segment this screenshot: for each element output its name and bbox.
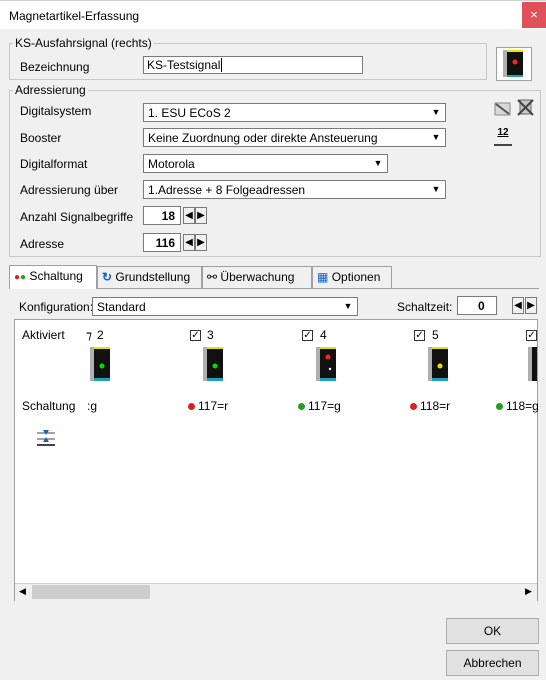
red-dot-icon xyxy=(188,403,195,411)
signal-lamp-icon-6 xyxy=(528,347,537,381)
red-dot-icon xyxy=(410,403,417,411)
options-icon: ▦ xyxy=(317,270,329,284)
aktiviert-checkbox-5[interactable]: ✓ xyxy=(414,330,425,341)
schaltzeit-decrement-button[interactable]: ◀ xyxy=(512,297,524,314)
close-button[interactable]: × xyxy=(522,2,546,28)
adresse-decrement-button[interactable]: ◀ xyxy=(183,234,195,251)
adressierung-legend: Adressierung xyxy=(13,83,88,97)
close-icon: × xyxy=(530,7,538,22)
binoculars-icon: ⚯ xyxy=(207,270,218,284)
green-dot-icon xyxy=(496,403,503,411)
delete-address-icon[interactable] xyxy=(516,98,536,118)
signal-lamp-icon-5 xyxy=(428,347,448,381)
schaltzeit-increment-button[interactable]: ▶ xyxy=(525,297,537,314)
arrow-right-icon: ▶ xyxy=(527,300,535,311)
column-number-3: 3 xyxy=(207,328,214,342)
aktiviert-checkbox-4[interactable]: ✓ xyxy=(302,330,313,341)
arrow-left-icon: ◀ xyxy=(514,300,522,311)
arrow-right-icon: ▶ xyxy=(197,237,205,248)
anzahl-signalbegriffe-input[interactable]: 18 xyxy=(143,206,181,225)
cancel-button[interactable]: Abbrechen xyxy=(446,650,539,676)
switch-value-6: 118=g xyxy=(496,399,539,413)
edit-address-icon[interactable] xyxy=(493,100,513,118)
scroll-left-icon[interactable]: ◀ xyxy=(19,586,26,597)
digitalformat-select[interactable]: Motorola ▼ xyxy=(143,154,388,173)
bezeichnung-input[interactable]: KS-Testsignal xyxy=(143,56,363,74)
digitalformat-label: Digitalformat xyxy=(20,157,88,171)
column-number-5: 5 xyxy=(432,328,439,342)
schaltung-label: Schaltung xyxy=(22,399,76,413)
adressierung-ueber-label: Adressierung über xyxy=(20,183,119,197)
digitalsystem-label: Digitalsystem xyxy=(20,104,92,118)
tab-grundstellung[interactable]: ↻ Grundstellung xyxy=(97,266,202,288)
signal-lamp-icon-3 xyxy=(203,347,223,381)
switching-icon: ●● xyxy=(14,272,27,283)
adresse-increment-button[interactable]: ▶ xyxy=(195,234,207,251)
scroll-right-icon[interactable]: ▶ xyxy=(525,586,532,597)
konfiguration-label: Konfiguration: xyxy=(19,300,94,314)
schaltzeit-input[interactable]: 0 xyxy=(457,296,497,315)
signal-lamp-icon-2 xyxy=(90,347,110,381)
switch-value-4: 117=g xyxy=(298,399,341,413)
bezeichnung-label: Bezeichnung xyxy=(20,60,90,74)
anzahl-increment-button[interactable]: ▶ xyxy=(195,207,207,224)
signal-icon xyxy=(503,50,523,77)
booster-label: Booster xyxy=(20,131,62,145)
scrollbar-thumb[interactable] xyxy=(32,585,150,599)
anzahl-signalbegriffe-label: Anzahl Signalbegriffe xyxy=(20,210,134,224)
ok-button[interactable]: OK xyxy=(446,618,539,644)
arrow-left-icon: ◀ xyxy=(185,237,193,248)
schaltzeit-label: Schaltzeit: xyxy=(397,300,453,314)
chevron-down-icon: ▼ xyxy=(431,184,441,194)
adressierung-ueber-select[interactable]: 1.Adresse + 8 Folgeadressen ▼ xyxy=(143,180,446,199)
column-number-2: 2 xyxy=(97,328,104,342)
number-badge-icon[interactable]: 12 xyxy=(494,126,512,146)
horizontal-scrollbar[interactable]: ◀ ▶ xyxy=(15,583,537,601)
ks-group-legend: KS-Ausfahrsignal (rechts) xyxy=(13,36,154,50)
column-number-4: 4 xyxy=(320,328,327,342)
switch-value-3: 117=r xyxy=(188,399,228,413)
chevron-down-icon: ▼ xyxy=(431,107,441,117)
edit-switching-button[interactable] xyxy=(35,428,57,448)
window-title: Magnetartikel-Erfassung xyxy=(9,9,140,23)
tab-optionen[interactable]: ▦ Optionen xyxy=(312,266,392,288)
adresse-label: Adresse xyxy=(20,237,65,251)
adresse-input[interactable]: 116 xyxy=(143,233,181,252)
title-bar: Magnetartikel-Erfassung × xyxy=(0,0,546,30)
switch-value-5: 118=r xyxy=(410,399,450,413)
switch-value-2: :g xyxy=(87,399,98,413)
booster-select[interactable]: Keine Zuordnung oder direkte Ansteuerung… xyxy=(143,128,446,147)
arrow-right-icon: ▶ xyxy=(197,210,205,221)
tab-schaltung[interactable]: ●● Schaltung xyxy=(9,265,97,289)
anzahl-decrement-button[interactable]: ◀ xyxy=(183,207,195,224)
chevron-down-icon: ▼ xyxy=(431,132,441,142)
chevron-down-icon: ▼ xyxy=(343,301,353,311)
signal-preview-button[interactable] xyxy=(496,47,532,81)
tab-ueberwachung[interactable]: ⚯ Überwachung xyxy=(202,266,312,288)
green-dot-icon xyxy=(298,403,305,411)
aktiviert-checkbox-3[interactable]: ✓ xyxy=(190,330,201,341)
column-prefix-2: ⁊ xyxy=(86,328,92,342)
column-6-clip: ✓ xyxy=(524,326,537,431)
aktiviert-checkbox-6[interactable]: ✓ xyxy=(526,330,537,341)
konfiguration-select[interactable]: Standard ▼ xyxy=(92,297,358,316)
aktiviert-label: Aktiviert xyxy=(22,328,65,342)
default-position-icon: ↻ xyxy=(102,270,113,284)
signal-lamp-icon-4 xyxy=(316,347,336,381)
digitalsystem-select[interactable]: 1. ESU ECoS 2 ▼ xyxy=(143,103,446,122)
chevron-down-icon: ▼ xyxy=(373,158,383,168)
arrow-left-icon: ◀ xyxy=(185,210,193,221)
edit-sliders-icon xyxy=(37,430,55,446)
